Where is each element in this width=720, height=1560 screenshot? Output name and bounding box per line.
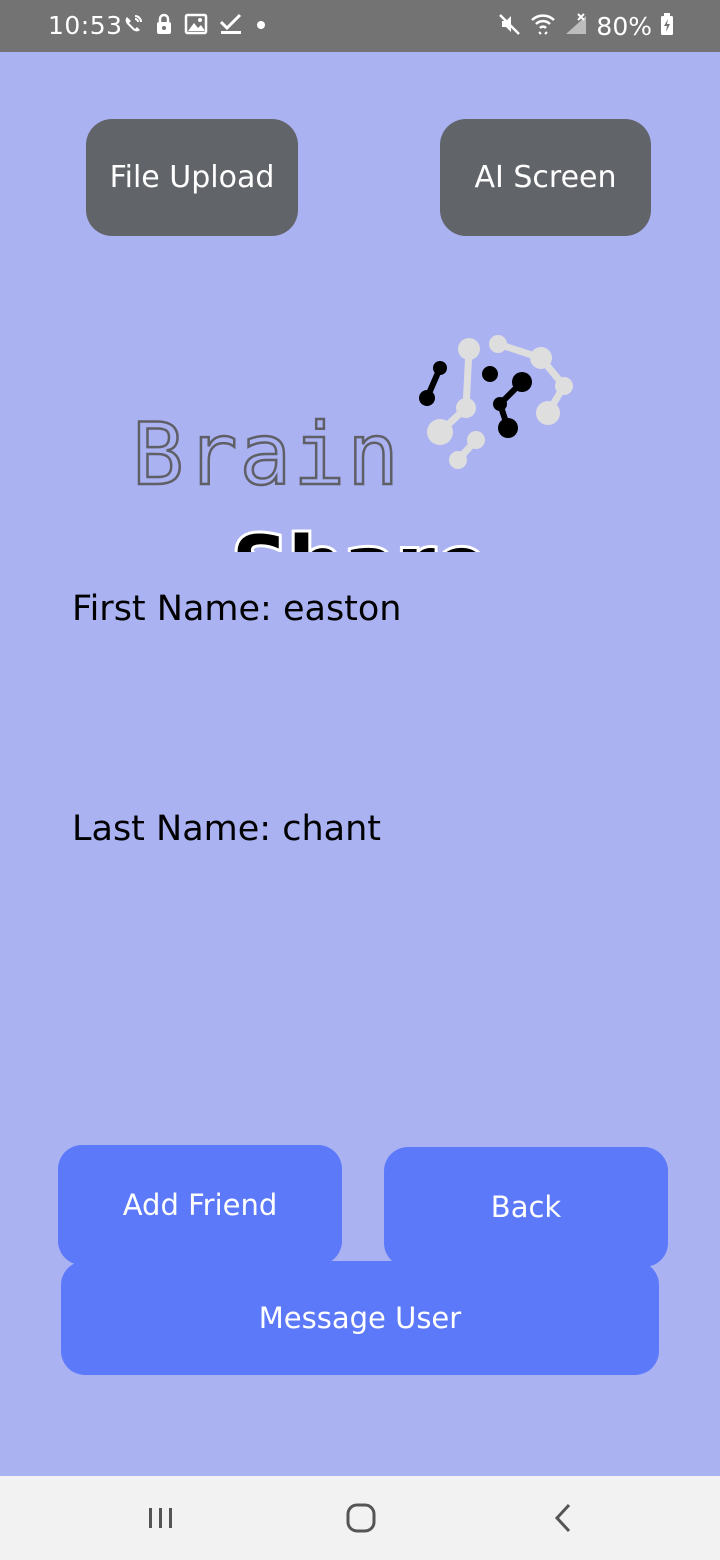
back-label: Back — [490, 1190, 562, 1224]
logo-brain-text: Brain — [132, 405, 401, 505]
status-icons-right: 80% — [498, 11, 674, 41]
status-bar: 10:53 80% — [0, 0, 720, 52]
battery-icon — [660, 12, 674, 41]
image-icon — [184, 13, 208, 40]
message-user-button[interactable]: Message User — [61, 1261, 659, 1375]
message-user-label: Message User — [258, 1301, 462, 1335]
back-button[interactable]: Back — [384, 1147, 668, 1267]
app-screen: File Upload AI Screen Brain First Name: … — [0, 52, 720, 1476]
check-icon — [219, 13, 243, 40]
status-time: 10:53 — [48, 11, 123, 40]
ai-screen-button[interactable]: AI Screen — [440, 119, 651, 236]
wifi-icon — [530, 12, 556, 41]
battery-percentage: 80% — [596, 11, 652, 41]
brainshare-logo: Brain Share — [128, 332, 588, 614]
mute-icon — [498, 12, 522, 41]
lock-icon — [155, 13, 173, 40]
status-icons-left — [122, 13, 268, 39]
first-name-text: First Name: easton — [72, 589, 402, 629]
recent-apps-icon[interactable] — [146, 1496, 176, 1545]
file-upload-button[interactable]: File Upload — [86, 119, 298, 236]
file-upload-label: File Upload — [109, 160, 275, 195]
logo-graphic: Brain Share — [131, 335, 573, 614]
home-icon[interactable] — [344, 1496, 378, 1545]
ai-screen-label: AI Screen — [474, 160, 617, 195]
last-name-text: Last Name: chant — [72, 809, 381, 849]
dot-icon — [254, 13, 268, 40]
add-friend-label: Add Friend — [122, 1188, 278, 1222]
add-friend-button[interactable]: Add Friend — [58, 1145, 342, 1265]
back-icon[interactable] — [550, 1496, 578, 1545]
navigation-bar — [0, 1476, 720, 1560]
signal-icon — [564, 12, 588, 41]
logo-share-text: Share — [232, 521, 488, 552]
wifi-calling-icon — [122, 13, 144, 40]
